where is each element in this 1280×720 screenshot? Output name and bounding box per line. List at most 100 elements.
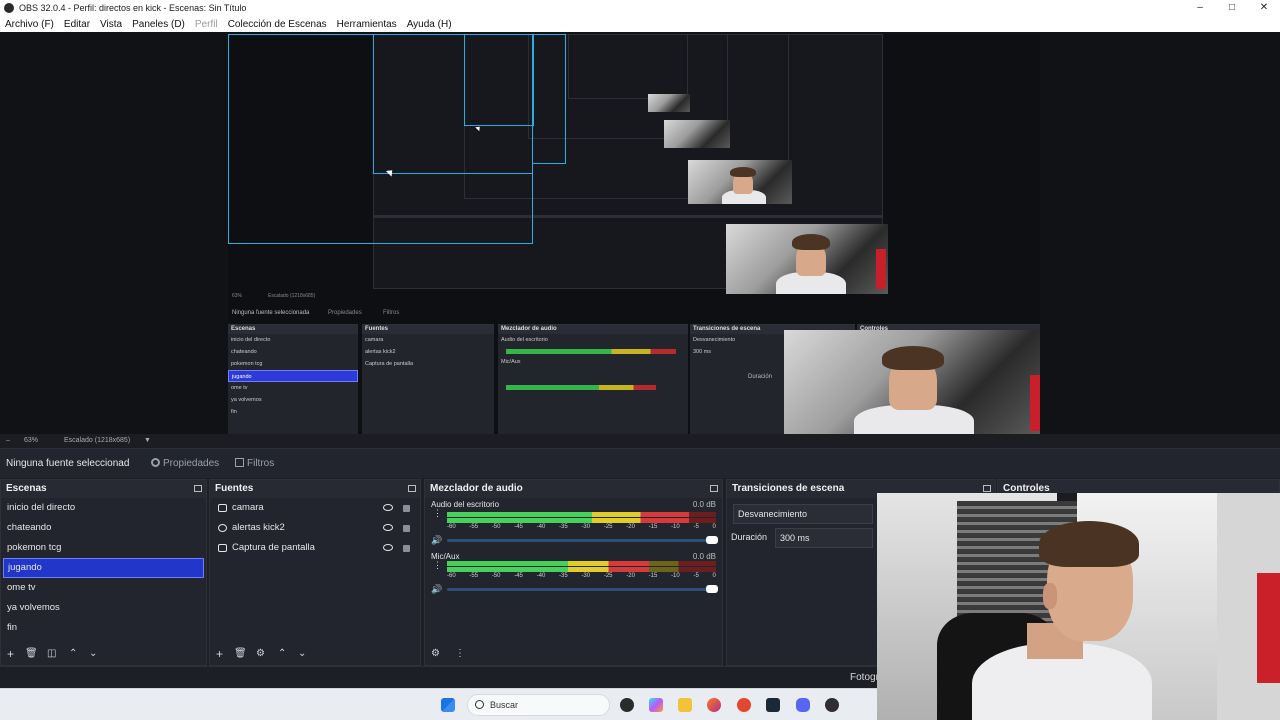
menu-coleccion-escenas[interactable]: Colección de Escenas [228, 19, 327, 30]
kebab-menu-icon[interactable]: ⋮ [455, 647, 465, 661]
menu-paneles[interactable]: Paneles (D) [132, 19, 185, 30]
meter-tick: -25 [603, 573, 613, 579]
scene-item-selected[interactable]: jugando [3, 558, 204, 578]
scene-item[interactable]: inicio del directo [1, 498, 206, 518]
meter-tick: -20 [626, 573, 635, 579]
volume-slider[interactable] [447, 536, 718, 544]
kebab-menu-icon[interactable]: ⋮ [433, 561, 442, 570]
nested-scenes-dock: Escenas inicio del directo chateando pok… [228, 324, 358, 434]
copilot-icon[interactable] [649, 698, 663, 712]
eye-icon[interactable] [383, 524, 393, 531]
minimize-button[interactable]: – [1184, 0, 1216, 16]
lock-icon[interactable] [403, 505, 410, 512]
scaling-label[interactable]: Escalado (1218x685) [64, 437, 130, 444]
github-icon[interactable] [620, 698, 634, 712]
meter-tick: 0 [712, 573, 716, 579]
channel-db: 0.0 dB [692, 552, 716, 561]
trash-icon[interactable]: 🗑 [234, 647, 247, 661]
meter-tick: -15 [648, 573, 658, 579]
close-button[interactable]: ✕ [1248, 0, 1280, 16]
undock-icon[interactable] [983, 485, 991, 492]
menu-herramientas[interactable]: Herramientas [337, 19, 397, 30]
scene-item[interactable]: pokemon tcg [1, 538, 206, 558]
eye-icon[interactable] [383, 544, 393, 551]
kebab-menu-icon[interactable]: ⋮ [433, 509, 442, 518]
meter-tick: -10 [671, 573, 680, 579]
menu-archivo[interactable]: Archivo (F) [5, 19, 54, 30]
chevron-down-icon[interactable]: ▼ [144, 437, 151, 444]
menu-perfil[interactable]: Perfil [195, 19, 218, 30]
undock-icon[interactable] [408, 485, 416, 492]
volume-meter [447, 567, 716, 572]
brave-icon[interactable] [737, 698, 751, 712]
gear-icon[interactable]: ⚙ [431, 647, 440, 661]
nested-mic-aux: Mic/Aux [501, 359, 521, 365]
add-icon[interactable]: + [7, 647, 14, 661]
undock-icon[interactable] [710, 485, 718, 492]
nested-webcam-main [784, 330, 1040, 434]
steam-icon[interactable] [766, 698, 780, 712]
firefox-icon[interactable] [707, 698, 721, 712]
selection-box-inner[interactable] [464, 34, 534, 126]
slider-handle[interactable] [706, 536, 718, 544]
nested-properties-label: Propiedades [328, 310, 362, 316]
add-icon[interactable]: + [216, 647, 223, 661]
zoom-percent[interactable]: 63% [24, 437, 38, 444]
scene-item[interactable]: fin [1, 618, 206, 638]
scenes-dock-header: Escenas [1, 480, 206, 498]
fps-label: Fotogr [850, 672, 879, 683]
duration-input[interactable]: 300 ms [775, 528, 873, 548]
folder-icon[interactable] [678, 698, 692, 712]
chevron-down-icon[interactable]: ⌄ [89, 647, 97, 661]
volume-meter [447, 518, 716, 523]
zoom-minus-icon[interactable]: – [6, 437, 10, 444]
taskbar-search[interactable]: Buscar [467, 694, 610, 716]
menu-ayuda[interactable]: Ayuda (H) [407, 19, 452, 30]
nested-webcam-4 [648, 94, 690, 112]
volume-slider[interactable] [447, 585, 718, 593]
windows-start-icon[interactable] [441, 698, 455, 712]
scene-item[interactable]: ome tv [1, 578, 206, 598]
chevron-up-icon[interactable]: ⌃ [278, 647, 286, 661]
speaker-icon[interactable]: 🔊 [431, 584, 442, 595]
meter-tick: -30 [581, 573, 591, 579]
gear-icon[interactable]: ⚙ [256, 647, 265, 661]
meter-ticks: -60 -55 -50 -45 -40 -35 -30 -25 -20 -15 … [447, 573, 716, 579]
transition-select[interactable]: Desvanecimiento [733, 504, 873, 524]
discord-icon[interactable] [796, 698, 810, 712]
selection-box-right[interactable] [532, 34, 566, 164]
properties-button[interactable]: Propiedades [146, 455, 224, 473]
chevron-down-icon[interactable]: ⌄ [298, 647, 306, 661]
webcam-hair [1039, 521, 1139, 567]
source-item-captura[interactable]: Captura de pantalla [210, 538, 420, 558]
meter-tick: -30 [581, 524, 591, 530]
window-title: OBS 32.0.4 - Perfil: directos en kick - … [19, 3, 247, 13]
meter-tick: -40 [536, 573, 546, 579]
source-item-alertas[interactable]: alertas kick2 [210, 518, 420, 538]
nested-scene-item: pokemon tcg [231, 361, 263, 367]
channel-db: 0.0 dB [692, 500, 716, 509]
obs-taskbar-icon[interactable] [825, 698, 839, 712]
filters-label: Filtros [247, 458, 275, 469]
lock-icon[interactable] [403, 545, 410, 552]
menu-editar[interactable]: Editar [64, 19, 90, 30]
eye-icon[interactable] [383, 504, 393, 511]
filter-icon[interactable]: ◫ [47, 647, 56, 661]
undock-icon[interactable] [194, 485, 202, 492]
chevron-up-icon[interactable]: ⌃ [69, 647, 77, 661]
menu-vista[interactable]: Vista [100, 19, 122, 30]
scene-item[interactable]: ya volvemos [1, 598, 206, 618]
speaker-icon[interactable]: 🔊 [431, 535, 442, 546]
source-item-camara[interactable]: camara [210, 498, 420, 518]
preview-area[interactable]: Escenas inicio del directo chateando pok… [0, 32, 1280, 434]
scenes-dock: Escenas inicio del directo chateando pok… [0, 479, 207, 666]
trash-icon[interactable]: 🗑 [25, 647, 38, 661]
slider-handle[interactable] [706, 585, 718, 593]
nested-webcam-2 [688, 160, 792, 204]
meter-tick: -25 [603, 524, 613, 530]
maximize-button[interactable]: □ [1216, 0, 1248, 16]
preview-canvas[interactable]: Escenas inicio del directo chateando pok… [228, 34, 1040, 434]
scene-item[interactable]: chateando [1, 518, 206, 538]
filters-button[interactable]: Filtros [230, 455, 279, 473]
lock-icon[interactable] [403, 525, 410, 532]
